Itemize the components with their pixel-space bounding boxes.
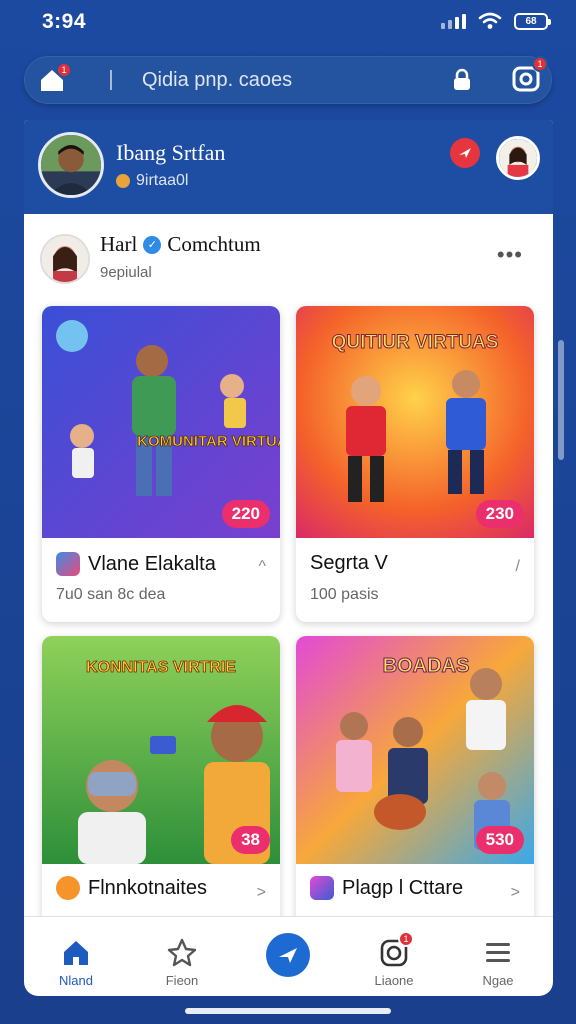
- tile-title-text: Flnnkotnaites: [88, 876, 207, 899]
- home-badge: 1: [56, 62, 72, 78]
- edit-icon[interactable]: /: [516, 558, 520, 576]
- score-badge: 530: [475, 826, 524, 854]
- game-tile[interactable]: QUITIUR VIRTUAS 230 Segrta V 100 pasis /: [296, 306, 534, 622]
- chevron-up-icon[interactable]: ^: [258, 558, 266, 576]
- star-icon: [166, 937, 198, 969]
- tile-title: Segrta V: [310, 552, 388, 575]
- tile-overlay-text: QUITIUR VIRTUAS: [332, 332, 499, 353]
- tile-image: QUITIUR VIRTUAS 230: [296, 306, 534, 538]
- signal-icon: [441, 13, 466, 29]
- bottom-nav: Nland Fieon 1 Liaone Ngae: [24, 916, 553, 996]
- wifi-icon: [478, 12, 502, 29]
- profile-header: Ibang Srtfan 9irtaa0l: [24, 120, 553, 214]
- battery-icon: 68: [514, 12, 551, 30]
- feed-panel: Ibang Srtfan 9irtaa0l Harl ✓ Comchtum 9e…: [24, 120, 553, 920]
- tile-title: Plagp l Cttare: [310, 876, 463, 900]
- medal-icon: [116, 174, 130, 188]
- post-author-suffix: Comchtum: [167, 232, 261, 256]
- divider: [110, 70, 112, 90]
- camera-badge: 1: [532, 56, 548, 72]
- profile-subtitle-text: 9irtaa0l: [136, 172, 189, 189]
- top-search-bar[interactable]: 1 Qidia pnp. caoes 1: [24, 56, 552, 104]
- score-badge: 220: [221, 500, 270, 528]
- profile-avatar-image: [41, 135, 101, 195]
- tile-subtitle: 100 pasis: [310, 586, 379, 603]
- verified-icon: ✓: [143, 235, 162, 254]
- search-input[interactable]: Qidia pnp. caoes: [142, 69, 292, 92]
- status-icons: 68: [441, 12, 551, 30]
- home-indicator[interactable]: [185, 1008, 391, 1014]
- tile-title-text: Vlane Elakalta: [88, 552, 216, 575]
- nav-menu-label: Ngae: [482, 973, 514, 988]
- notifications-badge: 1: [398, 931, 414, 947]
- nav-menu[interactable]: Ngae: [458, 917, 538, 997]
- tile-overlay-text: KOMUNITAR VIRTUAL: [137, 433, 280, 450]
- tile-image: KONNITAS VIRTRIE 38: [42, 636, 280, 864]
- app-icon: [56, 552, 80, 576]
- send-button[interactable]: [450, 138, 480, 168]
- instagram-icon: 1: [378, 931, 414, 969]
- more-options-button[interactable]: •••: [497, 242, 523, 268]
- lock-button[interactable]: [450, 68, 474, 92]
- nav-home[interactable]: Nland: [36, 917, 116, 997]
- nav-home-label: Nland: [59, 973, 93, 988]
- tile-image: KOMUNITAR VIRTUAL 220: [42, 306, 280, 538]
- post-author-name: Harl: [100, 232, 138, 256]
- game-tile[interactable]: BOADAS 530 Plagp l Cttare >: [296, 636, 534, 920]
- tile-title: Vlane Elakalta: [56, 552, 216, 576]
- chevron-right-icon[interactable]: >: [257, 884, 266, 902]
- chevron-right-icon[interactable]: >: [511, 884, 520, 902]
- home-icon: [60, 937, 92, 969]
- tile-title-text: Segrta V: [310, 552, 388, 574]
- nav-notifications-label: Liaone: [374, 973, 414, 988]
- score-badge: 38: [231, 826, 270, 854]
- profile-avatar[interactable]: [38, 132, 104, 198]
- tile-image: BOADAS 530: [296, 636, 534, 864]
- plane-icon: [279, 948, 297, 963]
- tile-title: Flnnkotnaites: [56, 876, 207, 900]
- profile-subtitle: 9irtaa0l: [116, 172, 188, 190]
- scrollbar[interactable]: [558, 340, 564, 460]
- profile-name: Ibang Srtfan: [116, 140, 226, 165]
- game-tile[interactable]: KOMUNITAR VIRTUAL 220 Vlane Elakalta 7u0…: [42, 306, 280, 622]
- post-author: Harl ✓ Comchtum: [100, 232, 261, 257]
- friend-avatar-image: [499, 139, 537, 177]
- game-tile[interactable]: KONNITAS VIRTRIE 38 Flnnkotnaites >: [42, 636, 280, 920]
- nav-notifications[interactable]: 1 Liaone: [354, 917, 434, 997]
- post-subtitle: 9epiulal: [100, 264, 152, 281]
- lock-icon: [454, 68, 470, 90]
- status-bar: 3:94 68: [0, 0, 576, 44]
- tile-subtitle: 7u0 san 8c dea: [56, 586, 166, 603]
- plane-icon: [459, 148, 471, 158]
- menu-icon: [482, 937, 514, 969]
- nav-favorites-label: Fieon: [165, 973, 199, 988]
- friend-avatar[interactable]: [496, 136, 540, 180]
- score-badge: 230: [475, 500, 524, 528]
- compose-button[interactable]: [266, 933, 310, 977]
- app-icon: [56, 876, 80, 900]
- tile-overlay-text: BOADAS: [383, 655, 470, 677]
- post-card: Harl ✓ Comchtum 9epiulal ••• KOMUNITAR V…: [24, 214, 553, 920]
- tile-title-text: Plagp l Cttare: [342, 876, 464, 899]
- camera-button[interactable]: 1: [510, 54, 554, 98]
- battery-level: 68: [525, 15, 537, 27]
- author-avatar-image: [42, 236, 88, 282]
- status-time: 3:94: [42, 10, 87, 33]
- app-icon: [310, 876, 334, 900]
- author-avatar[interactable]: [40, 234, 90, 284]
- nav-favorites[interactable]: Fieon: [142, 917, 222, 997]
- tile-overlay-text: KONNITAS VIRTRIE: [86, 659, 236, 676]
- home-button[interactable]: 1: [38, 62, 72, 94]
